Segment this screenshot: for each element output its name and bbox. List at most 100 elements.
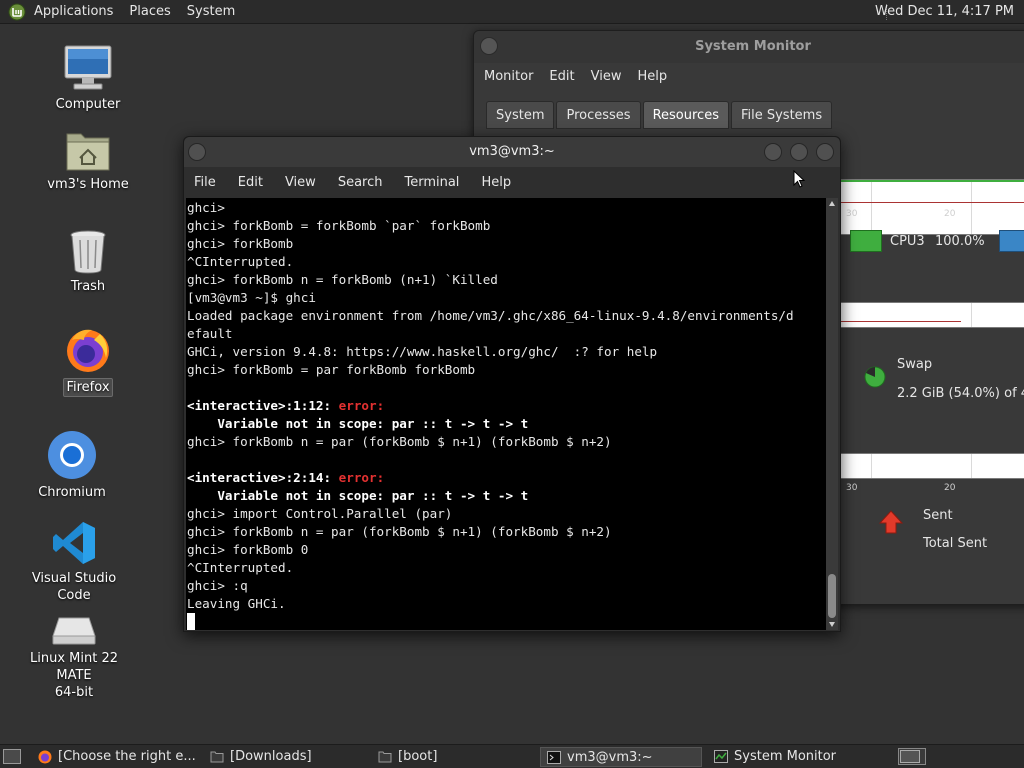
terminal-line: GHCi, version 9.4.8: https://www.haskell… <box>187 344 658 359</box>
taskbar-item-boot[interactable]: [boot] <box>372 747 534 767</box>
taskbar-item-system-monitor[interactable]: System Monitor <box>708 747 870 767</box>
firefox-icon <box>38 750 52 764</box>
menu-edit[interactable]: Edit <box>549 69 590 84</box>
terminal-line: ghci> forkBomb <box>187 236 294 251</box>
tab-file-systems[interactable]: File Systems <box>730 101 833 129</box>
desktop-icon-chromium[interactable]: Chromium <box>12 430 132 501</box>
applications-menu[interactable]: Applications <box>32 0 121 24</box>
swap-pie-icon[interactable] <box>864 364 886 390</box>
vscode-icon <box>51 520 97 566</box>
menu-edit[interactable]: Edit <box>238 175 263 190</box>
computer-icon <box>62 44 114 92</box>
drive-icon <box>51 614 97 646</box>
memory-graph-line <box>841 321 961 322</box>
taskbar-item-downloads[interactable]: [Downloads] <box>204 747 366 767</box>
cpu-history-graph <box>840 179 1024 235</box>
menu-help[interactable]: Help <box>481 175 511 190</box>
chromium-icon <box>47 430 97 480</box>
terminal-menubar: File Edit View Search Terminal Help <box>184 167 840 197</box>
desktop-icon-computer[interactable]: Computer <box>28 44 148 113</box>
cpu3-color-swatch[interactable] <box>850 230 882 252</box>
terminal-line: ghci> :q <box>187 578 248 593</box>
system-monitor-menubar: Monitor Edit View Help <box>474 63 1024 89</box>
terminal-line: ^CInterrupted. <box>187 560 294 575</box>
terminal-title: vm3@vm3:~ <box>469 144 555 159</box>
axis-label: 20 <box>944 483 956 493</box>
terminal-titlebar[interactable]: vm3@vm3:~ <box>184 137 840 167</box>
menu-monitor[interactable]: Monitor <box>484 69 549 84</box>
terminal-line: Variable not in scope: par :: t -> t -> … <box>187 416 529 431</box>
desktop-icon-label-line1: Linux Mint 22 MATE <box>30 651 118 683</box>
scroll-thumb[interactable] <box>828 574 836 618</box>
menu-help[interactable]: Help <box>637 69 683 84</box>
terminal-line: ghci> forkBomb n = forkBomb (n+1) `Kille… <box>187 272 498 287</box>
terminal-line: efault <box>187 326 233 341</box>
grid-line <box>971 454 972 478</box>
maximize-button[interactable] <box>790 143 808 161</box>
cpu3-label: CPU3 <box>890 234 925 249</box>
axis-label: 30 <box>846 483 858 493</box>
mint-menu-icon[interactable] <box>8 3 26 21</box>
desktop-icon-label: Chromium <box>38 485 106 500</box>
window-menu-button[interactable] <box>188 143 206 161</box>
desktop-icon-label: Visual Studio Code <box>31 571 117 603</box>
sent-label: Sent <box>923 508 953 523</box>
taskbar-item-label: [Choose the right e... <box>58 749 196 764</box>
desktop-icon-firefox[interactable]: Firefox <box>28 326 148 397</box>
minimize-button[interactable] <box>764 143 782 161</box>
cpu4-color-swatch[interactable] <box>999 230 1024 252</box>
terminal-prompt-line <box>187 613 826 630</box>
system-monitor-titlebar[interactable]: System Monitor <box>474 31 1024 63</box>
tab-resources[interactable]: Resources <box>642 101 729 129</box>
mouse-pointer-icon <box>793 169 806 188</box>
desktop-icon-linux-mint-drive[interactable]: Linux Mint 22 MATE 64-bit <box>14 614 134 701</box>
tab-processes[interactable]: Processes <box>556 101 641 129</box>
taskbar-item-label: System Monitor <box>734 749 837 764</box>
cpu-graph-line <box>841 180 1024 182</box>
taskbar-item-firefox[interactable]: [Choose the right e... <box>32 747 200 767</box>
menu-search[interactable]: Search <box>338 175 383 190</box>
places-menu[interactable]: Places <box>121 0 178 24</box>
desktop-icon-label-line2: 64-bit <box>54 685 94 700</box>
desktop-icon-label: Linux Mint 22 MATE 64-bit <box>14 650 134 701</box>
show-desktop-icon[interactable] <box>3 749 21 764</box>
terminal-line: <interactive>:2:14: error: <box>187 470 385 485</box>
clock[interactable]: Wed Dec 11, 4:17 PM <box>875 0 1014 24</box>
cpu3-value: 100.0% <box>935 234 985 249</box>
workspace-switcher[interactable] <box>898 748 926 765</box>
cpu-graph-line <box>841 202 1024 203</box>
desktop-icon-trash[interactable]: Trash <box>28 228 148 295</box>
system-monitor-tabs: System Processes Resources File Systems <box>486 101 834 129</box>
menu-view[interactable]: View <box>591 69 638 84</box>
desktop-icon-home[interactable]: vm3's Home <box>28 128 148 193</box>
home-folder-icon <box>65 128 111 172</box>
scroll-up-arrow[interactable] <box>829 201 835 206</box>
terminal-line: ghci> <box>187 200 225 215</box>
taskbar-item-label: vm3@vm3:~ <box>567 750 653 765</box>
tab-system[interactable]: System <box>486 101 555 129</box>
sent-arrow-icon[interactable] <box>878 509 904 535</box>
menu-file[interactable]: File <box>194 175 216 190</box>
firefox-icon <box>64 326 112 374</box>
desktop-icon-label: Trash <box>70 279 106 294</box>
taskbar-item-label: [Downloads] <box>230 749 312 764</box>
terminal-icon <box>547 751 561 764</box>
taskbar-item-terminal[interactable]: vm3@vm3:~ <box>540 747 702 767</box>
terminal-scrollbar[interactable] <box>826 198 838 630</box>
close-button[interactable] <box>816 143 834 161</box>
terminal-output[interactable]: ghci> ghci> forkBomb = forkBomb `par` for… <box>186 198 826 630</box>
axis-label: 30 <box>846 209 858 219</box>
desktop-icon-label: vm3's Home <box>47 177 129 192</box>
menu-view[interactable]: View <box>285 175 316 190</box>
bottom-panel: [Choose the right e... [Downloads] [boot… <box>0 744 1024 768</box>
workspace-1[interactable] <box>900 750 920 763</box>
terminal-line: [vm3@vm3 ~]$ ghci <box>187 290 316 305</box>
top-panel: Applications Places System Wed Dec 11, 4… <box>0 0 1024 24</box>
desktop-icon-vscode[interactable]: Visual Studio Code <box>14 520 134 604</box>
scroll-down-arrow[interactable] <box>829 622 835 627</box>
menu-terminal[interactable]: Terminal <box>404 175 459 190</box>
folder-icon <box>210 750 224 763</box>
system-monitor-menu-button[interactable] <box>480 37 498 55</box>
system-menu[interactable]: System <box>179 0 243 24</box>
